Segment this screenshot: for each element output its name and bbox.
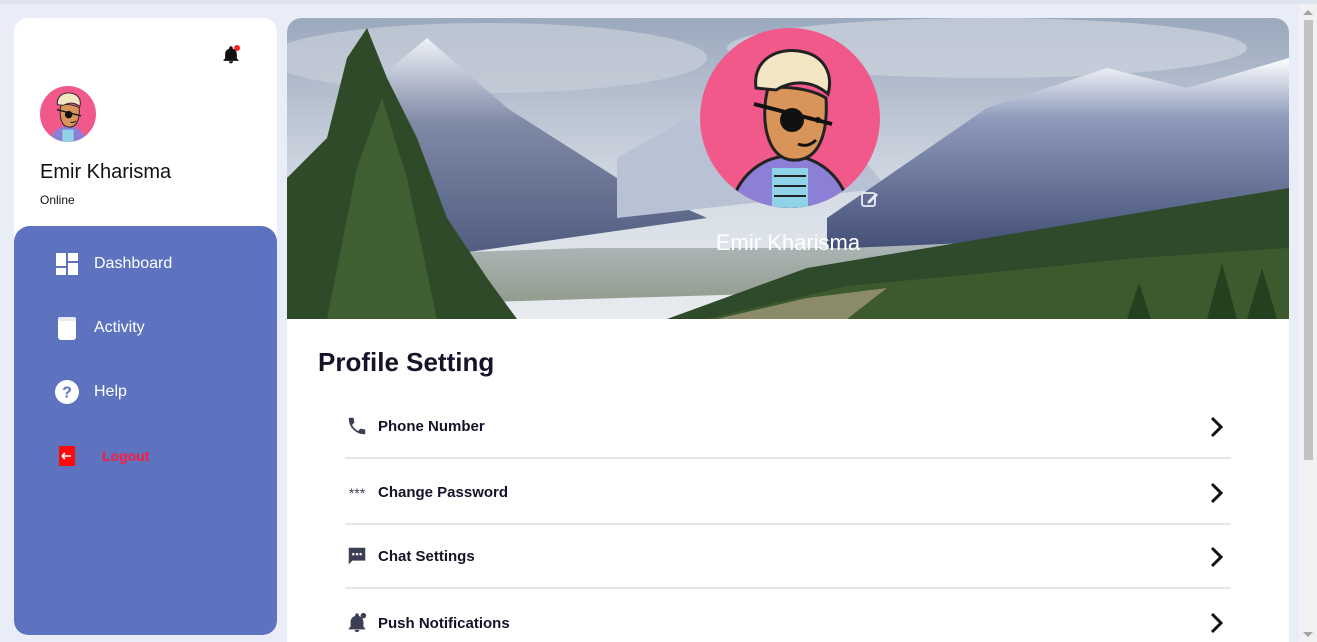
main-panel: Emir Kharisma Profile Setting Phone Numb… bbox=[287, 18, 1289, 642]
sidebar-item-dashboard[interactable]: Dashboard bbox=[54, 249, 172, 279]
logout-label: Logout bbox=[102, 448, 150, 464]
help-circle-icon: ? bbox=[54, 379, 80, 405]
page-title: Profile Setting bbox=[318, 347, 495, 377]
setting-label: Phone Number bbox=[378, 417, 485, 435]
chevron-right-icon bbox=[1209, 481, 1225, 505]
phone-icon bbox=[345, 414, 369, 438]
chevron-right-icon bbox=[1209, 545, 1225, 569]
setting-label: Chat Settings bbox=[378, 547, 475, 565]
vertical-scrollbar[interactable] bbox=[1299, 4, 1317, 642]
notification-dot bbox=[234, 45, 240, 51]
dashboard-grid-icon bbox=[54, 251, 80, 277]
scrollbar-thumb[interactable] bbox=[1304, 20, 1313, 460]
setting-push-notifications[interactable]: Push Notifications bbox=[345, 591, 1231, 642]
password-icon: *** bbox=[345, 480, 369, 504]
cover-banner: Emir Kharisma bbox=[287, 18, 1289, 319]
sidebar: Emir Kharisma Online Dashboard Activity … bbox=[14, 18, 277, 635]
avatar[interactable] bbox=[40, 86, 96, 142]
setting-phone-number[interactable]: Phone Number bbox=[345, 395, 1231, 459]
edit-icon[interactable] bbox=[860, 189, 880, 209]
chevron-right-icon bbox=[1209, 415, 1225, 439]
top-edge bbox=[0, 0, 1317, 4]
user-name: Emir Kharisma bbox=[40, 161, 172, 183]
book-icon bbox=[54, 315, 80, 341]
setting-label: Change Password bbox=[378, 483, 509, 501]
setting-label: Push Notifications bbox=[378, 614, 510, 632]
user-status: Online bbox=[40, 193, 75, 207]
sidebar-item-label: Help bbox=[94, 383, 127, 400]
sidebar-nav: Dashboard Activity ? Help Logout bbox=[14, 226, 277, 635]
notification-bell-icon[interactable] bbox=[221, 45, 241, 65]
sidebar-item-activity[interactable]: Activity bbox=[54, 313, 145, 343]
notification-bell-icon bbox=[345, 611, 369, 635]
logout-icon bbox=[54, 443, 80, 469]
profile-avatar[interactable] bbox=[700, 28, 880, 208]
banner-user-name: Emir Kharisma bbox=[715, 230, 861, 255]
svg-text:?: ? bbox=[62, 385, 72, 402]
setting-chat-settings[interactable]: Chat Settings bbox=[345, 525, 1231, 589]
sidebar-item-label: Dashboard bbox=[94, 255, 173, 272]
chevron-right-icon bbox=[1209, 611, 1225, 635]
setting-change-password[interactable]: *** Change Password bbox=[345, 461, 1231, 525]
logout-button[interactable]: Logout bbox=[54, 441, 149, 471]
scroll-up-arrow-icon[interactable] bbox=[1303, 10, 1313, 15]
chat-icon bbox=[345, 544, 369, 568]
svg-text:***: *** bbox=[349, 485, 366, 501]
sidebar-item-label: Activity bbox=[94, 319, 145, 336]
scroll-down-arrow-icon[interactable] bbox=[1303, 632, 1313, 637]
sidebar-item-help[interactable]: ? Help bbox=[54, 377, 127, 407]
